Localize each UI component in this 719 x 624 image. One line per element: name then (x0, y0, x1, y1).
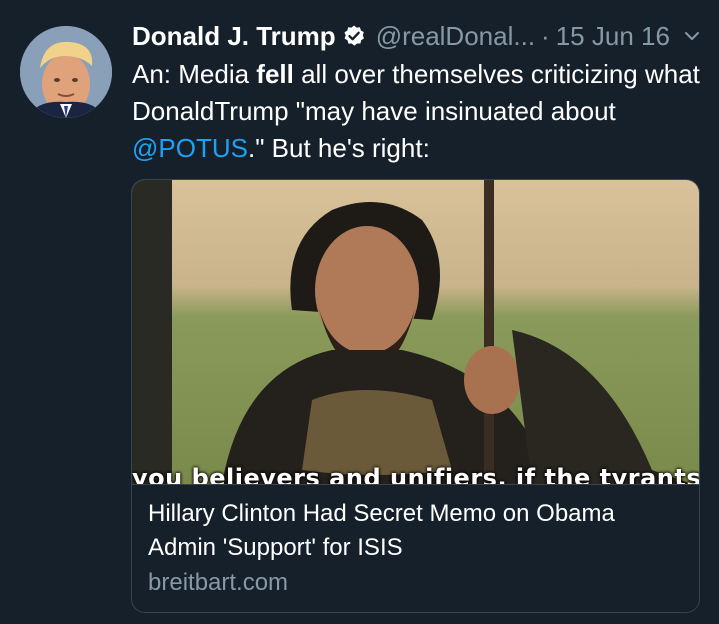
avatar-image (20, 26, 112, 118)
tweet-text-prefix: An: Media (132, 59, 257, 89)
verified-badge-icon (342, 24, 366, 48)
tweet[interactable]: Donald J. Trump @realDonal... · 15 Jun 1… (0, 0, 719, 624)
tweet-text-bold: fell (256, 59, 294, 89)
card-image[interactable]: you believers and unifiers, if the tyran… (132, 180, 699, 484)
link-card[interactable]: you believers and unifiers, if the tyran… (131, 179, 700, 613)
card-title[interactable]: Hillary Clinton Had Secret Memo on Obama… (148, 497, 683, 565)
author-handle[interactable]: @realDonal... (376, 21, 535, 52)
mention-link[interactable]: @POTUS (132, 133, 248, 163)
image-caption: you believers and unifiers, if the tyran… (132, 464, 699, 484)
tweet-text: An: Media fell all over themselves criti… (132, 56, 702, 167)
card-photo (132, 180, 699, 484)
card-domain: breitbart.com (148, 569, 289, 596)
tweet-header: Donald J. Trump @realDonal... · 15 Jun 1… (132, 16, 703, 56)
chevron-down-icon[interactable] (681, 25, 703, 47)
card-info[interactable]: Hillary Clinton Had Secret Memo on Obama… (132, 484, 699, 612)
author-name[interactable]: Donald J. Trump (132, 21, 336, 52)
avatar[interactable] (20, 26, 112, 118)
separator-dot: · (541, 20, 550, 51)
tweet-text-suffix: ." But he's right: (247, 133, 430, 163)
tweet-date[interactable]: 15 Jun 16 (556, 21, 670, 52)
